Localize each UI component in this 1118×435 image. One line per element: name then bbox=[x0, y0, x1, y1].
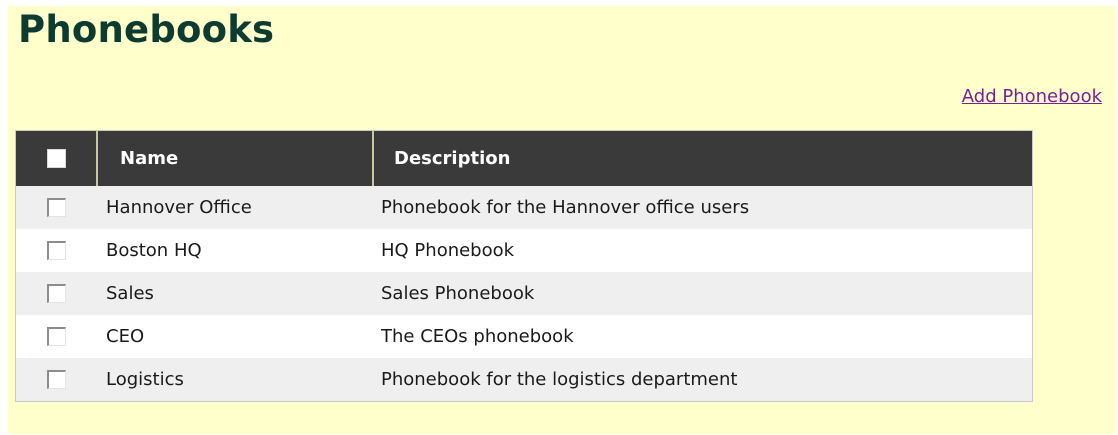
phonebook-name[interactable]: Logistics bbox=[96, 369, 372, 390]
table-header: Name Description bbox=[16, 131, 1032, 186]
row-select-cell bbox=[16, 370, 96, 389]
phonebook-description: Phonebook for the Hannover office users bbox=[381, 197, 750, 218]
phonebook-name[interactable]: CEO bbox=[96, 326, 372, 347]
phonebook-name[interactable]: Hannover Office bbox=[96, 197, 372, 218]
phonebook-name[interactable]: Boston HQ bbox=[96, 240, 372, 261]
phonebook-description: Sales Phonebook bbox=[381, 283, 535, 304]
phonebooks-table: Name Description Hannover Office Phonebo… bbox=[15, 130, 1033, 402]
page-title: Phonebooks bbox=[18, 8, 275, 51]
row-checkbox[interactable] bbox=[46, 327, 66, 346]
column-header-name[interactable]: Name bbox=[96, 131, 372, 186]
table-row[interactable]: CEO The CEOs phonebook bbox=[16, 315, 1032, 358]
row-select-cell bbox=[16, 241, 96, 260]
table-row[interactable]: Boston HQ HQ Phonebook bbox=[16, 229, 1032, 272]
table-row[interactable]: Logistics Phonebook for the logistics de… bbox=[16, 358, 1032, 401]
row-checkbox[interactable] bbox=[46, 370, 66, 389]
table-row[interactable]: Sales Sales Phonebook bbox=[16, 272, 1032, 315]
row-checkbox[interactable] bbox=[46, 241, 66, 260]
row-checkbox[interactable] bbox=[46, 198, 66, 217]
phonebook-description: The CEOs phonebook bbox=[381, 326, 574, 347]
phonebooks-panel: Phonebooks Add Phonebook Name Descriptio… bbox=[8, 6, 1116, 434]
table-row[interactable]: Hannover Office Phonebook for the Hannov… bbox=[16, 186, 1032, 229]
column-header-description[interactable]: Description bbox=[372, 131, 1032, 186]
phonebook-description: Phonebook for the logistics department bbox=[381, 369, 738, 390]
add-phonebook-link[interactable]: Add Phonebook bbox=[962, 86, 1102, 107]
header-select-cell bbox=[16, 131, 96, 186]
phonebook-name[interactable]: Sales bbox=[96, 283, 372, 304]
row-select-cell bbox=[16, 327, 96, 346]
row-checkbox[interactable] bbox=[46, 284, 66, 303]
row-select-cell bbox=[16, 284, 96, 303]
select-all-checkbox[interactable] bbox=[46, 149, 66, 168]
phonebook-description: HQ Phonebook bbox=[381, 240, 515, 261]
row-select-cell bbox=[16, 198, 96, 217]
